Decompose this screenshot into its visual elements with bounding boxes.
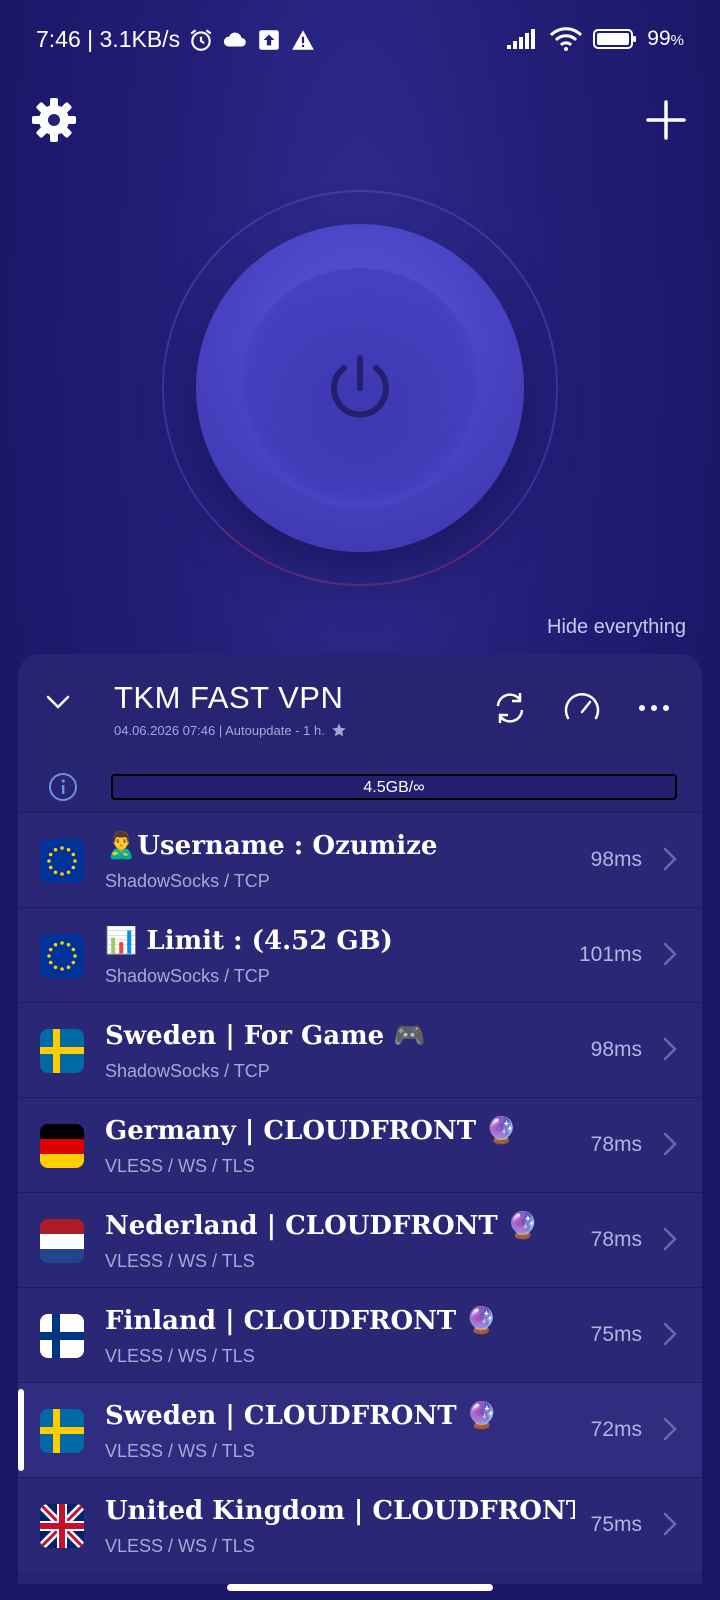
subscription-update-info: 04.06.2026 07:46 | Autoupdate - 1 h.	[114, 722, 325, 738]
chevron-right-icon[interactable]	[658, 1509, 682, 1539]
wifi-icon	[550, 27, 583, 51]
server-ping: 78ms	[590, 1133, 642, 1156]
server-protocol: VLESS / WS / TLS	[105, 1251, 255, 1271]
subscription-header: TKM FAST VPN 04.06.2026 07:46 | Autoupda…	[18, 654, 702, 758]
server-name: 📊 Limit : (4.52 GB)	[105, 926, 393, 956]
server-protocol: VLESS / WS / TLS	[105, 1156, 255, 1176]
server-name: United Kingdom | CLOUDFRONT ...	[105, 1496, 575, 1526]
server-protocol: ShadowSocks / TCP	[105, 871, 270, 891]
server-protocol: VLESS / WS / TLS	[105, 1536, 255, 1556]
server-row[interactable]: United Kingdom | CLOUDFRONT ... VLESS / W…	[18, 1477, 702, 1572]
chevron-right-icon[interactable]	[658, 1224, 682, 1254]
server-name: Germany | CLOUDFRONT 🔮	[105, 1116, 518, 1146]
status-bar: 7:46 | 3.1KB/s 99%	[0, 0, 720, 80]
flag-nl-icon	[40, 1219, 84, 1263]
server-name: Sweden | CLOUDFRONT 🔮	[105, 1401, 498, 1431]
power-button-inner	[240, 268, 480, 508]
server-name: Nederland | CLOUDFRONT 🔮	[105, 1211, 540, 1241]
alarm-icon	[190, 28, 212, 51]
status-time-speed: 7:46 | 3.1KB/s	[36, 26, 181, 52]
flag-se-icon	[40, 1029, 84, 1073]
refresh-icon[interactable]	[490, 688, 530, 728]
chevron-right-icon[interactable]	[658, 1319, 682, 1349]
server-row[interactable]: Sweden | For Game 🎮 ShadowSocks / TCP 98ms	[18, 1002, 702, 1097]
server-row[interactable]: Sweden | CLOUDFRONT 🔮 VLESS / WS / TLS 72m…	[18, 1382, 702, 1477]
warning-icon	[292, 29, 314, 50]
settings-gear-icon[interactable]	[30, 96, 78, 144]
server-ping: 98ms	[590, 1038, 642, 1061]
chevron-right-icon[interactable]	[658, 844, 682, 874]
server-protocol: ShadowSocks / TCP	[105, 966, 270, 986]
subscription-title: TKM FAST VPN	[114, 680, 344, 715]
chevron-right-icon[interactable]	[658, 1414, 682, 1444]
server-ping: 78ms	[590, 1228, 642, 1251]
chevron-down-icon[interactable]	[40, 684, 76, 720]
server-row[interactable]: Nederland | CLOUDFRONT 🔮 VLESS / WS / TLS…	[18, 1192, 702, 1287]
server-protocol: ShadowSocks / TCP	[105, 1061, 270, 1081]
selected-indicator	[18, 1389, 24, 1471]
add-icon[interactable]	[642, 96, 690, 144]
flag-se-icon	[40, 1409, 84, 1453]
more-options-icon[interactable]	[634, 688, 674, 728]
hide-everything-link[interactable]: Hide everything	[547, 616, 686, 639]
server-list: 🙎‍♂️Username : Ozumize ShadowSocks / TCP 9…	[18, 812, 702, 1572]
chevron-right-icon[interactable]	[658, 1034, 682, 1064]
home-indicator[interactable]	[227, 1584, 493, 1591]
star-icon[interactable]	[331, 722, 347, 738]
battery-percent: 99%	[647, 27, 684, 50]
server-name: 🙎‍♂️Username : Ozumize	[105, 831, 438, 861]
info-icon[interactable]	[48, 772, 78, 802]
chevron-right-icon[interactable]	[658, 939, 682, 969]
server-row[interactable]: 📊 Limit : (4.52 GB) ShadowSocks / TCP 101m…	[18, 907, 702, 1002]
server-ping: 101ms	[578, 943, 642, 966]
subscription-panel: TKM FAST VPN 04.06.2026 07:46 | Autoupda…	[18, 654, 702, 1584]
server-row[interactable]: Finland | CLOUDFRONT 🔮 VLESS / WS / TLS 75…	[18, 1287, 702, 1382]
flag-eu-icon	[40, 934, 84, 978]
flag-eu-icon	[40, 839, 84, 883]
server-name: Sweden | For Game 🎮	[105, 1021, 426, 1051]
cloud-icon	[223, 32, 246, 46]
server-ping: 98ms	[590, 848, 642, 871]
usage-text: 4.5GB/∞	[363, 779, 425, 796]
power-icon	[331, 355, 389, 418]
chevron-right-icon[interactable]	[658, 1129, 682, 1159]
speedometer-icon[interactable]	[562, 688, 602, 728]
server-row[interactable]: 🙎‍♂️Username : Ozumize ShadowSocks / TCP 9…	[18, 812, 702, 907]
server-ping: 72ms	[590, 1418, 642, 1441]
signal-icon	[507, 29, 536, 49]
server-ping: 75ms	[590, 1323, 642, 1346]
usage-row: 4.5GB/∞	[18, 758, 702, 812]
usage-progress-bar: 4.5GB/∞	[111, 774, 677, 800]
subscription-meta: 04.06.2026 07:46 | Autoupdate - 1 h.	[114, 722, 347, 738]
flag-fi-icon	[40, 1314, 84, 1358]
power-area	[160, 188, 560, 588]
server-protocol: VLESS / WS / TLS	[105, 1346, 255, 1366]
server-ping: 75ms	[590, 1513, 642, 1536]
server-row[interactable]: Germany | CLOUDFRONT 🔮 VLESS / WS / TLS 78…	[18, 1097, 702, 1192]
flag-de-icon	[40, 1124, 84, 1168]
battery-icon	[593, 29, 637, 49]
flag-gb-icon	[40, 1504, 84, 1548]
server-name: Finland | CLOUDFRONT 🔮	[105, 1306, 498, 1336]
connect-power-button[interactable]	[196, 224, 524, 552]
upload-icon	[259, 29, 279, 50]
server-protocol: VLESS / WS / TLS	[105, 1441, 255, 1461]
